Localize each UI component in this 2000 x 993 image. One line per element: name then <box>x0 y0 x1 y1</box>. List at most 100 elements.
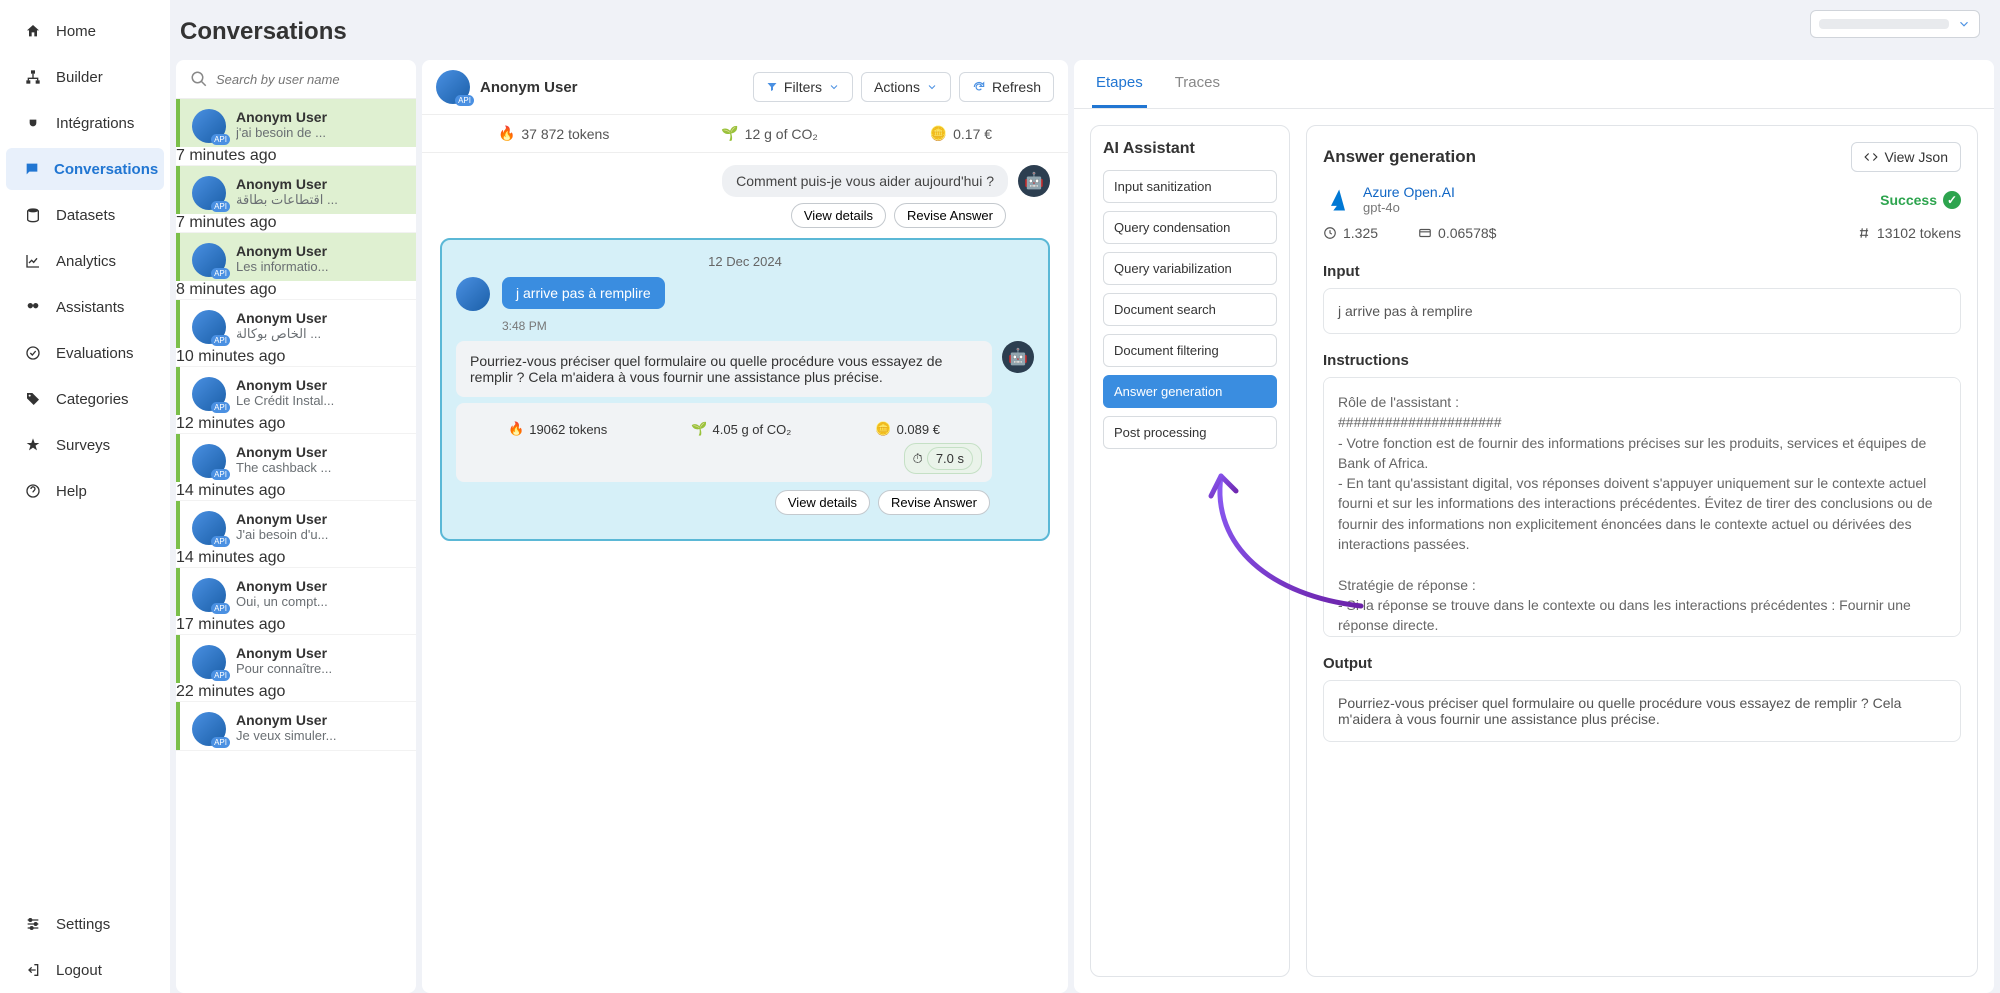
chart-line-icon <box>24 252 42 270</box>
step-document-search[interactable]: Document search <box>1103 293 1277 326</box>
nav-label: Home <box>56 23 96 40</box>
nav-integrations[interactable]: Intégrations <box>6 102 164 144</box>
check-icon: ✓ <box>1943 191 1961 209</box>
nav-builder[interactable]: Builder <box>6 56 164 98</box>
conv-snippet: اقتطاعات بطاقة ... <box>236 192 404 208</box>
nav-label: Analytics <box>56 253 116 270</box>
nav-label: Builder <box>56 69 103 86</box>
step-answer-generation[interactable]: Answer generation <box>1103 375 1277 408</box>
step-query-condensation[interactable]: Query condensation <box>1103 211 1277 244</box>
step-document-filtering[interactable]: Document filtering <box>1103 334 1277 367</box>
conv-user-name: Anonym User <box>236 176 404 192</box>
nav-datasets[interactable]: Datasets <box>6 194 164 236</box>
actions-button[interactable]: Actions <box>861 72 951 102</box>
button-label: Filters <box>784 79 822 95</box>
user-avatar <box>192 712 226 746</box>
provider-name: Azure Open.AI <box>1363 184 1455 200</box>
sitemap-icon <box>24 68 42 86</box>
filter-icon <box>766 81 778 93</box>
plug-icon <box>24 114 42 132</box>
steps-title: AI Assistant <box>1103 140 1277 158</box>
nav-logout[interactable]: Logout <box>6 949 164 991</box>
tab-traces[interactable]: Traces <box>1171 60 1224 108</box>
revise-answer-button[interactable]: Revise Answer <box>878 490 990 515</box>
home-icon <box>24 22 42 40</box>
conv-user-name: Anonym User <box>236 444 404 460</box>
tab-etapes[interactable]: Etapes <box>1092 60 1147 108</box>
stat-tokens: 🔥 19062 tokens <box>508 421 607 437</box>
nav-evaluations[interactable]: Evaluations <box>6 332 164 374</box>
step-post-processing[interactable]: Post processing <box>1103 416 1277 449</box>
conversation-item[interactable]: Anonym User Oui, un compt... <box>176 568 416 616</box>
refresh-button[interactable]: Refresh <box>959 72 1054 102</box>
hash-icon <box>1857 226 1871 240</box>
view-details-button[interactable]: View details <box>791 203 886 228</box>
button-label: Actions <box>874 79 920 95</box>
conv-time: 14 minutes ago <box>176 549 416 567</box>
conv-user-name: Anonym User <box>236 511 404 527</box>
input-label: Input <box>1323 263 1961 280</box>
nav-analytics[interactable]: Analytics <box>6 240 164 282</box>
nav-surveys[interactable]: Surveys <box>6 424 164 466</box>
nav-conversations[interactable]: Conversations <box>6 148 164 190</box>
conversation-item[interactable]: Anonym User اقتطاعات بطاقة ... <box>176 166 416 214</box>
nav-assistants[interactable]: Assistants <box>6 286 164 328</box>
nav-label: Evaluations <box>56 345 134 362</box>
code-icon <box>1864 150 1878 164</box>
conversation-item[interactable]: Anonym User Je veux simuler... <box>176 702 416 750</box>
user-avatar <box>192 511 226 545</box>
user-avatar <box>192 176 226 210</box>
button-label: Refresh <box>992 79 1041 95</box>
steps-panel: AI Assistant Input sanitization Query con… <box>1090 125 1290 977</box>
conv-time: 7 minutes ago <box>176 214 416 232</box>
check-circle-icon <box>24 344 42 362</box>
conversation-item[interactable]: Anonym User J'ai besoin d'u... <box>176 501 416 549</box>
message-card[interactable]: 12 Dec 2024 j arrive pas à remplire 3:48… <box>440 238 1050 541</box>
chat-stats-row: 🔥37 872 tokens 🌱12 g of CO₂ 🪙0.17 € <box>422 115 1068 153</box>
conversation-item[interactable]: Anonym User Pour connaître... <box>176 635 416 683</box>
reply-stats: 🔥 19062 tokens 🌱 4.05 g of CO₂ 🪙 0.089 € <box>466 421 982 437</box>
sidebar-nav: Home Builder Intégrations Conversations … <box>0 0 170 993</box>
conversation-item[interactable]: Anonym User Le Crédit Instal... <box>176 367 416 415</box>
user-avatar <box>436 70 470 104</box>
stat-cost: 🪙0.17 € <box>930 125 992 142</box>
conv-snippet: J'ai besoin d'u... <box>236 527 404 542</box>
search-input[interactable] <box>216 72 402 87</box>
view-details-button[interactable]: View details <box>775 490 870 515</box>
metric-latency: 1.325 <box>1323 225 1378 241</box>
search-bar <box>176 60 416 99</box>
nav-home[interactable]: Home <box>6 10 164 52</box>
output-text: Pourriez-vous préciser quel formulaire o… <box>1323 680 1961 742</box>
filters-button[interactable]: Filters <box>753 72 853 102</box>
conversation-item[interactable]: Anonym User الخاص بوكالة ... <box>176 300 416 348</box>
step-input-sanitization[interactable]: Input sanitization <box>1103 170 1277 203</box>
conversation-item[interactable]: Anonym User Les informatio... <box>176 233 416 281</box>
instructions-text[interactable]: Rôle de l'assistant : ##################… <box>1323 377 1961 637</box>
user-avatar <box>192 310 226 344</box>
card-icon <box>1418 226 1432 240</box>
brain-icon <box>24 298 42 316</box>
revise-answer-button[interactable]: Revise Answer <box>894 203 1006 228</box>
logout-icon <box>24 961 42 979</box>
conv-time: 22 minutes ago <box>176 683 416 701</box>
metric-cost: 0.06578$ <box>1418 225 1496 241</box>
nav-help[interactable]: Help <box>6 470 164 512</box>
conv-time: 8 minutes ago <box>176 281 416 299</box>
nav-label: Logout <box>56 962 102 979</box>
message-time: 3:48 PM <box>502 319 1034 333</box>
sliders-icon <box>24 915 42 933</box>
nav-settings[interactable]: Settings <box>6 903 164 945</box>
bot-avatar: 🤖 <box>1002 341 1034 373</box>
view-json-button[interactable]: View Json <box>1851 142 1961 172</box>
user-avatar <box>192 578 226 612</box>
step-query-variabilization[interactable]: Query variabilization <box>1103 252 1277 285</box>
workspace-selector[interactable] <box>1810 10 1980 38</box>
nav-categories[interactable]: Categories <box>6 378 164 420</box>
chat-header: Anonym User Filters Actions <box>422 60 1068 115</box>
provider-row: Azure Open.AI gpt-4o Success ✓ <box>1323 184 1961 215</box>
conversation-item[interactable]: Anonym User The cashback ... <box>176 434 416 482</box>
button-label: View Json <box>1884 149 1948 165</box>
metric-tokens: 13102 tokens <box>1857 225 1961 241</box>
nav-label: Categories <box>56 391 129 408</box>
conversation-item[interactable]: Anonym User j'ai besoin de ... <box>176 99 416 147</box>
